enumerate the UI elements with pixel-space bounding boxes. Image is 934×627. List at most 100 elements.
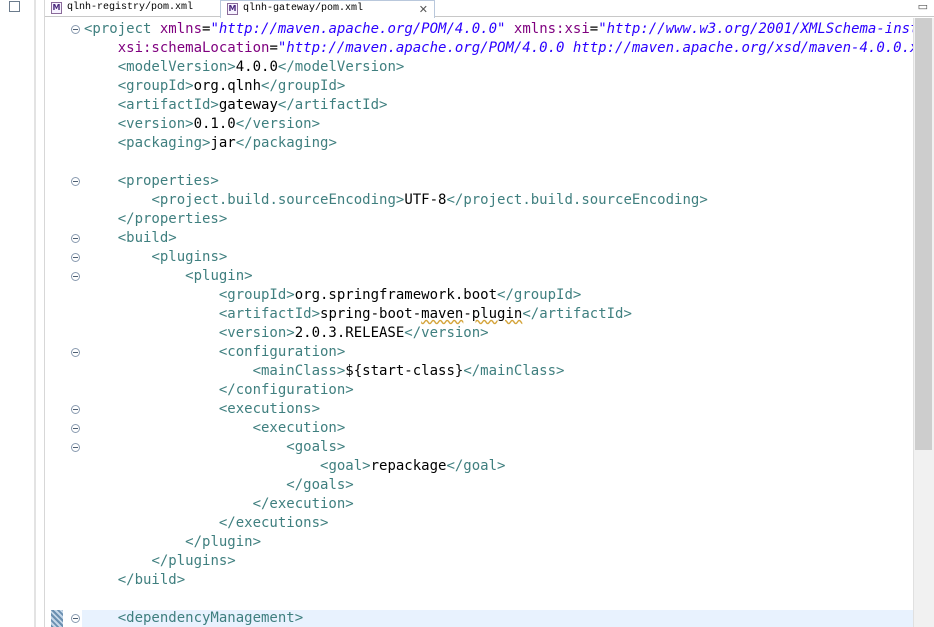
xml-tag: </groupId> — [497, 287, 582, 303]
code-line[interactable]: <configuration> — [84, 343, 345, 362]
xml-attribute-value: "http://maven.apache.org/POM/4.0.0" — [210, 21, 506, 37]
xml-attribute: xmlns:xsi — [513, 21, 590, 37]
code-line[interactable]: <plugin> — [84, 267, 253, 286]
xml-attribute: xsi:schemaLocation — [117, 40, 270, 56]
code-line[interactable]: <groupId>org.qlnh</groupId> — [84, 77, 346, 96]
code-line[interactable]: </plugin> — [84, 533, 261, 552]
code-line[interactable]: </configuration> — [84, 381, 354, 400]
xml-tag: </executions> — [218, 515, 329, 531]
xml-tag: </packaging> — [235, 135, 337, 151]
xml-text: maven — [421, 306, 464, 322]
xml-text — [84, 287, 219, 303]
xml-tag: </version> — [404, 325, 489, 341]
code-line[interactable]: <packaging>jar</packaging> — [84, 134, 337, 153]
code-line[interactable]: <artifactId>spring-boot-maven-plugin</ar… — [84, 305, 632, 324]
code-line[interactable]: </executions> — [84, 514, 329, 533]
code-line[interactable]: <executions> — [84, 400, 320, 419]
minimized-view-strip — [0, 0, 34, 627]
xml-text — [84, 268, 185, 284]
code-line[interactable]: <mainClass>${start-class}</mainClass> — [84, 362, 565, 381]
code-line[interactable]: <project xmlns = "http://maven.apache.org/… — [84, 20, 934, 39]
xml-tag: <plugins> — [151, 249, 228, 265]
xml-tag: <artifactId> — [218, 306, 321, 322]
xml-text: 4.0.0 — [235, 59, 278, 75]
xml-tag: </execution> — [252, 496, 354, 512]
code-line[interactable]: <goal>repackage</goal> — [84, 457, 505, 476]
fold-toggle-icon[interactable] — [71, 405, 80, 414]
divider — [34, 0, 36, 627]
xml-text: ${start-class} — [345, 363, 464, 379]
fold-toggle-icon[interactable] — [71, 424, 80, 433]
code-line[interactable]: <version>0.1.0</version> — [84, 115, 320, 134]
xml-text — [84, 515, 219, 531]
code-line[interactable]: </build> — [84, 571, 185, 590]
xml-tag: <version> — [218, 325, 295, 341]
xml-text — [84, 401, 219, 417]
xml-text: = — [589, 21, 599, 37]
code-line[interactable]: </execution> — [84, 495, 354, 514]
xml-tag: <modelVersion> — [117, 59, 236, 75]
xml-tag: </modelVersion> — [277, 59, 405, 75]
xml-tag: <groupId> — [117, 78, 194, 94]
xml-text — [84, 40, 118, 56]
restore-view-button[interactable] — [9, 1, 20, 12]
xml-text — [84, 135, 118, 151]
fold-toggle-icon[interactable] — [71, 253, 80, 262]
xml-tag: <artifactId> — [117, 97, 219, 113]
fold-toggle-icon[interactable] — [71, 177, 80, 186]
xml-tag: </plugins> — [151, 553, 236, 569]
xml-text — [84, 173, 118, 189]
change-marker-icon — [51, 610, 63, 627]
xml-tag: <dependencyManagement> — [117, 610, 304, 626]
xml-text: repackage — [370, 458, 447, 474]
tab-registry-pom[interactable]: M qlnh-registry/pom.xml — [45, 0, 218, 17]
xml-tag: <project.build.sourceEncoding> — [151, 192, 405, 208]
code-line[interactable]: </plugins> — [84, 552, 236, 571]
code-line[interactable]: <modelVersion>4.0.0</modelVersion> — [84, 58, 405, 77]
xml-text — [84, 534, 185, 550]
code-line[interactable]: <dependencyManagement> — [84, 609, 303, 627]
xml-attribute-value: "http://maven.apache.org/POM/4.0.0 http:… — [277, 40, 934, 56]
code-line[interactable]: <goals> — [84, 438, 345, 457]
maven-xml-icon: M — [227, 3, 238, 15]
xml-tag: <packaging> — [117, 135, 211, 151]
code-line[interactable]: <project.build.sourceEncoding>UTF-8</pro… — [84, 191, 707, 210]
code-line[interactable]: <properties> — [84, 172, 219, 191]
xml-tag: </goals> — [286, 477, 354, 493]
code-line[interactable]: </properties> — [84, 210, 228, 229]
minimize-icon[interactable]: ▭ — [918, 0, 932, 13]
xml-tag: </build> — [117, 572, 186, 588]
xml-text — [84, 192, 151, 208]
xml-tag: </groupId> — [261, 78, 346, 94]
xml-tag: <goals> — [286, 439, 346, 455]
fold-toggle-icon[interactable] — [71, 614, 80, 623]
fold-toggle-icon[interactable] — [71, 25, 80, 34]
code-line[interactable]: <artifactId>gateway</artifactId> — [84, 96, 388, 115]
xml-tag: <execution> — [252, 420, 346, 436]
code-line[interactable]: <execution> — [84, 419, 346, 438]
scrollbar-thumb[interactable] — [915, 18, 932, 450]
code-line[interactable]: <build> — [84, 229, 177, 248]
xml-source-editor[interactable]: <project xmlns="http://maven.apache.org/… — [45, 18, 934, 627]
xml-tag: <build> — [117, 230, 177, 246]
code-line[interactable]: xsi:schemaLocation="http://maven.apache.… — [84, 39, 934, 58]
xml-attribute: xmlns — [159, 21, 203, 37]
xml-text — [84, 439, 286, 455]
xml-tag: </artifactId> — [522, 306, 632, 322]
xml-tag: </properties> — [117, 211, 228, 227]
xml-tag: <plugin> — [185, 268, 253, 284]
xml-text — [84, 97, 118, 113]
code-line[interactable]: </goals> — [84, 476, 354, 495]
tab-gateway-pom[interactable]: M qlnh-gateway/pom.xml ✕ — [220, 0, 435, 18]
fold-toggle-icon[interactable] — [71, 443, 80, 452]
xml-text — [505, 21, 513, 37]
code-line[interactable]: <version>2.0.3.RELEASE</version> — [84, 324, 489, 343]
fold-toggle-icon[interactable] — [71, 234, 80, 243]
code-line[interactable]: <groupId>org.springframework.boot</group… — [84, 286, 581, 305]
code-line[interactable]: <plugins> — [84, 248, 227, 267]
xml-text: 0.1.0 — [193, 116, 236, 132]
fold-toggle-icon[interactable] — [71, 348, 80, 357]
close-icon[interactable]: ✕ — [419, 2, 428, 17]
fold-toggle-icon[interactable] — [71, 272, 80, 281]
xml-tag: <version> — [117, 116, 194, 132]
